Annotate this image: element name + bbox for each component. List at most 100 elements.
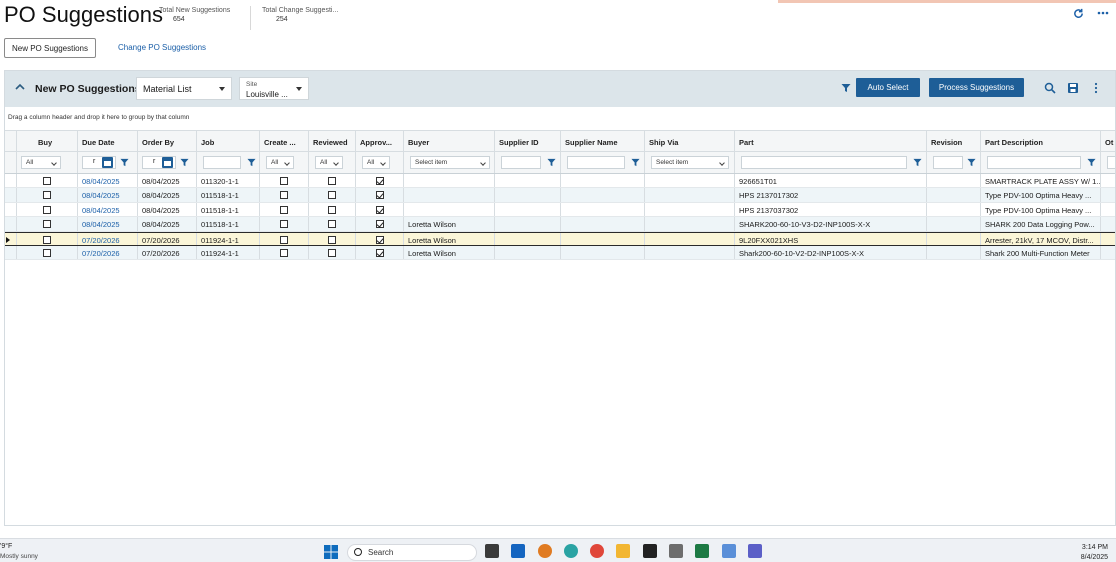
col-header-created[interactable]: Create ... (260, 131, 309, 151)
checkbox-created[interactable] (280, 249, 288, 257)
col-header-due-date[interactable]: Due Date (78, 131, 138, 151)
filter-other-input[interactable] (1107, 156, 1115, 169)
due-date-link[interactable]: 08/04/2025 (82, 177, 120, 186)
checkbox-buy[interactable] (43, 235, 51, 244)
tab-change-po-suggestions[interactable]: Change PO Suggestions (118, 43, 206, 52)
checkbox-reviewed[interactable] (328, 235, 336, 244)
due-date-link[interactable]: 07/20/2026 (82, 249, 120, 258)
checkbox-approved[interactable] (375, 205, 384, 214)
checkbox-created[interactable] (280, 177, 288, 185)
remote-desktop-icon[interactable] (722, 544, 736, 558)
filter-icon[interactable] (631, 158, 640, 167)
calendar-icon[interactable] (102, 157, 113, 168)
outlook-icon[interactable] (511, 544, 525, 558)
col-header-part-description[interactable]: Part Description (981, 131, 1101, 151)
sticky-notes-icon[interactable] (643, 544, 657, 558)
filter-icon[interactable] (1087, 158, 1096, 167)
refresh-icon[interactable] (1073, 8, 1084, 19)
filter-created-select[interactable]: All (266, 156, 294, 169)
due-date-link[interactable]: 07/20/2026 (82, 236, 120, 245)
col-header-revision[interactable]: Revision (927, 131, 981, 151)
filter-reviewed-select[interactable]: All (315, 156, 343, 169)
checkbox-buy[interactable] (43, 205, 51, 214)
col-header-ship-via[interactable]: Ship Via (645, 131, 735, 151)
filter-icon[interactable] (841, 83, 851, 93)
table-row[interactable]: 08/04/2025 08/04/2025 011518-1-1 HPS 213701… (5, 188, 1115, 203)
filter-icon[interactable] (967, 158, 976, 167)
filter-supplier-id-input[interactable] (501, 156, 541, 169)
search-icon[interactable] (1044, 82, 1056, 94)
taskbar-search[interactable]: Search (347, 544, 477, 561)
table-row[interactable]: 08/04/2025 08/04/2025 011518-1-1 Loretta Wi… (5, 217, 1115, 232)
table-row[interactable]: 08/04/2025 08/04/2025 011320-1-1 926651T01 S… (5, 174, 1115, 189)
checkbox-created[interactable] (280, 235, 288, 244)
col-header-part[interactable]: Part (735, 131, 927, 151)
col-header-supplier-name[interactable]: Supplier Name (561, 131, 645, 151)
task-view-icon[interactable] (485, 544, 499, 558)
filter-supplier-name-input[interactable] (567, 156, 625, 169)
checkbox-reviewed[interactable] (328, 191, 336, 200)
edge-icon[interactable] (564, 544, 578, 558)
filter-icon[interactable] (247, 158, 256, 167)
filter-icon[interactable] (547, 158, 556, 167)
col-header-buyer[interactable]: Buyer (404, 131, 495, 151)
view-select-dropdown[interactable]: Material List (136, 77, 232, 100)
filter-buy-select[interactable]: All (21, 156, 61, 169)
col-header-approved[interactable]: Approv... (356, 131, 404, 151)
checkbox-approved[interactable] (375, 235, 384, 244)
checkbox-buy[interactable] (43, 249, 51, 257)
filter-ship-via-select[interactable]: Select item (651, 156, 729, 169)
checkbox-approved[interactable] (375, 249, 384, 257)
filter-approved-select[interactable]: All (362, 156, 390, 169)
col-header-order-by[interactable]: Order By (138, 131, 197, 151)
checkbox-approved[interactable] (375, 177, 384, 185)
col-header-buy[interactable]: Buy (17, 131, 78, 151)
teams-icon[interactable] (748, 544, 762, 558)
system-clock[interactable]: 3:14 PM 8/4/2025 (1081, 543, 1108, 562)
panel-menu-icon[interactable] (1090, 82, 1102, 94)
checkbox-created[interactable] (280, 205, 288, 214)
row-indicator[interactable] (5, 202, 17, 217)
chrome-icon[interactable] (590, 544, 604, 558)
windows-start-icon[interactable] (324, 545, 338, 559)
table-row[interactable]: 07/20/2026 07/20/2026 011924-1-1 Loretta Wi… (5, 246, 1115, 261)
row-indicator[interactable] (5, 174, 17, 188)
app-icon[interactable] (538, 544, 552, 558)
checkbox-reviewed[interactable] (328, 249, 336, 257)
filter-revision-input[interactable] (933, 156, 963, 169)
checkbox-reviewed[interactable] (328, 177, 336, 185)
save-icon[interactable] (1067, 82, 1079, 94)
file-explorer-icon[interactable] (616, 544, 630, 558)
tab-new-po-suggestions[interactable]: New PO Suggestions (4, 38, 96, 58)
col-header-other[interactable]: Ot (1101, 131, 1115, 151)
checkbox-buy[interactable] (43, 191, 51, 200)
row-indicator[interactable] (5, 246, 17, 260)
site-dropdown[interactable]: Site Louisville ... (239, 77, 309, 100)
row-indicator[interactable] (5, 217, 17, 231)
row-indicator[interactable] (5, 232, 17, 245)
due-date-link[interactable]: 08/04/2025 (82, 206, 120, 215)
filter-job-input[interactable] (203, 156, 241, 169)
filter-buyer-select[interactable]: Select item (410, 156, 490, 169)
checkbox-buy[interactable] (43, 177, 51, 185)
col-header-job[interactable]: Job (197, 131, 260, 151)
process-suggestions-button[interactable]: Process Suggestions (929, 78, 1024, 97)
row-indicator[interactable] (5, 188, 17, 202)
filter-icon[interactable] (120, 158, 129, 167)
weather-description[interactable]: Mostly sunny (0, 553, 38, 560)
checkbox-created[interactable] (280, 220, 288, 229)
col-header-reviewed[interactable]: Reviewed (309, 131, 356, 151)
checkbox-approved[interactable] (375, 191, 384, 200)
collapse-chevron-icon[interactable] (15, 83, 25, 91)
calculator-icon[interactable] (669, 544, 683, 558)
checkbox-created[interactable] (280, 191, 288, 200)
filter-part-input[interactable] (741, 156, 907, 169)
calendar-icon[interactable] (162, 157, 173, 168)
weather-temperature[interactable]: '9°F (0, 543, 12, 550)
due-date-link[interactable]: 08/04/2025 (82, 191, 120, 200)
table-row[interactable]: 08/04/2025 08/04/2025 011518-1-1 HPS 213703… (5, 202, 1115, 218)
checkbox-reviewed[interactable] (328, 205, 336, 214)
table-row[interactable]: 07/20/2026 07/20/2026 011924-1-1 Loretta Wi… (5, 231, 1115, 246)
filter-icon[interactable] (913, 158, 922, 167)
excel-icon[interactable] (695, 544, 709, 558)
